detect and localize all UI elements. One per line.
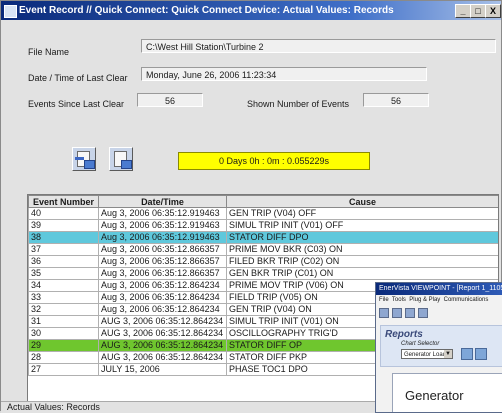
file-name-field[interactable]: C:\West Hill Station\Turbine 2 [141, 39, 496, 53]
viewpoint-toolbar [379, 308, 428, 318]
cell-date-time: AUG 3, 2006 06:35:12.864234 [98, 351, 227, 364]
column-header-event-number[interactable]: Event Number [28, 195, 99, 208]
cell-event-number: 34 [28, 279, 99, 292]
table-header-row: Event Number Date/Time Cause [28, 195, 498, 208]
chart-selector-dropdown[interactable]: Generator Load ▼ [401, 349, 453, 359]
save-icon[interactable] [392, 308, 402, 318]
viewpoint-window[interactable]: EnerVista VIEWPOINT - [Report 1_1105 Fil… [375, 282, 502, 413]
app-icon [4, 5, 17, 18]
cell-event-number: 28 [28, 351, 99, 364]
open-icon[interactable] [379, 308, 389, 318]
menu-plug-play[interactable]: Plug & Play [409, 297, 440, 303]
cell-date-time: Aug 3, 2006 06:35:12.919463 [98, 231, 227, 244]
close-button[interactable]: X [485, 4, 501, 18]
cell-cause: SIMUL TRIP INIT (V01) OFF [226, 219, 498, 232]
cell-cause: GEN BKR TRIP (C01) ON [226, 267, 498, 280]
menu-tools[interactable]: Tools [392, 297, 406, 303]
minimize-button[interactable]: _ [455, 4, 471, 18]
generator-panel: Generator [392, 373, 502, 412]
menu-file[interactable]: File [379, 297, 389, 303]
table-row[interactable]: 36 Aug 3, 2006 06:35:12.866357 FILED BKR T… [28, 255, 498, 268]
table-row[interactable]: 40 Aug 3, 2006 06:35:12.919463 GEN TRIP (V… [28, 207, 498, 220]
reports-panel: Reports Chart Selector Generator Load ▼ [380, 325, 502, 367]
chevron-down-icon[interactable]: ▼ [444, 350, 452, 358]
save-record-button[interactable] [72, 147, 96, 171]
cell-date-time: Aug 3, 2006 06:35:12.864234 [98, 303, 227, 316]
reports-label: Reports [385, 329, 423, 340]
cell-date-time: AUG 3, 2006 06:35:12.864234 [98, 339, 227, 352]
table-row[interactable]: 35 Aug 3, 2006 06:35:12.866357 GEN BKR TRI… [28, 267, 498, 280]
cell-event-number: 32 [28, 303, 99, 316]
cell-date-time: AUG 3, 2006 06:35:12.864234 [98, 315, 227, 328]
cell-date-time: Aug 3, 2006 06:35:12.866357 [98, 255, 227, 268]
table-view-icon[interactable] [475, 348, 487, 360]
cell-date-time: Aug 3, 2006 06:35:12.919463 [98, 207, 227, 220]
column-header-cause[interactable]: Cause [226, 195, 498, 208]
shown-events-field[interactable]: 56 [363, 93, 429, 107]
cell-event-number: 36 [28, 255, 99, 268]
column-header-date-time[interactable]: Date/Time [98, 195, 227, 208]
cell-date-time: Aug 3, 2006 06:35:12.866357 [98, 243, 227, 256]
window-title: Event Record // Quick Connect: Quick Con… [19, 5, 394, 16]
cell-cause: FILED BKR TRIP (C02) ON [226, 255, 498, 268]
title-bar[interactable]: Event Record // Quick Connect: Quick Con… [1, 1, 501, 20]
cell-event-number: 35 [28, 267, 99, 280]
export-record-button[interactable] [109, 147, 133, 171]
last-clear-field[interactable]: Monday, June 26, 2006 11:23:34 [141, 67, 427, 81]
bar-chart-icon[interactable] [461, 348, 473, 360]
events-since-clear-field[interactable]: 56 [137, 93, 203, 107]
cell-date-time: Aug 3, 2006 06:35:12.864234 [98, 291, 227, 304]
last-clear-label: Date / Time of Last Clear [28, 73, 128, 83]
file-name-label: File Name [28, 47, 70, 57]
cell-date-time: Aug 3, 2006 06:35:12.866357 [98, 267, 227, 280]
cell-cause: STATOR DIFF DPO [226, 231, 498, 244]
cell-event-number: 40 [28, 207, 99, 220]
cell-cause: PRIME MOV BKR (C03) ON [226, 243, 498, 256]
chart-selector-label: Chart Selector [401, 341, 440, 347]
cell-event-number: 38 [28, 231, 99, 244]
viewpoint-menu: File Tools Plug & Play Communications [379, 297, 488, 303]
table-row[interactable]: 39 Aug 3, 2006 06:35:12.919463 SIMUL TRIP … [28, 219, 498, 232]
cell-event-number: 30 [28, 327, 99, 340]
settings-icon[interactable] [418, 308, 428, 318]
cell-date-time: AUG 3, 2006 06:35:12.864234 [98, 327, 227, 340]
cell-cause: GEN TRIP (V04) OFF [226, 207, 498, 220]
table-row[interactable]: 38 Aug 3, 2006 06:35:12.919463 STATOR DIFF… [28, 231, 498, 244]
print-icon[interactable] [405, 308, 415, 318]
table-row[interactable]: 37 Aug 3, 2006 06:35:12.866357 PRIME MOV B… [28, 243, 498, 256]
shown-events-label: Shown Number of Events [247, 99, 350, 109]
maximize-button[interactable]: □ [470, 4, 486, 18]
menu-communications[interactable]: Communications [444, 297, 489, 303]
status-text: Actual Values: Records [7, 402, 100, 412]
chart-type-icons [461, 348, 487, 360]
cell-date-time: JULY 15, 2006 [98, 363, 227, 376]
events-since-clear-label: Events Since Last Clear [28, 99, 125, 109]
cell-event-number: 39 [28, 219, 99, 232]
cell-date-time: Aug 3, 2006 06:35:12.919463 [98, 219, 227, 232]
generator-panel-text: Generator [405, 388, 464, 403]
cell-event-number: 31 [28, 315, 99, 328]
cell-event-number: 37 [28, 243, 99, 256]
cell-event-number: 33 [28, 291, 99, 304]
viewpoint-title: EnerVista VIEWPOINT - [Report 1_1105 [376, 283, 502, 295]
chart-selector-value: Generator Load [404, 352, 447, 358]
cell-event-number: 27 [28, 363, 99, 376]
cell-date-time: Aug 3, 2006 06:35:12.864234 [98, 279, 227, 292]
cell-event-number: 29 [28, 339, 99, 352]
elapsed-time-display: 0 Days 0h : 0m : 0.055229s [178, 152, 370, 170]
